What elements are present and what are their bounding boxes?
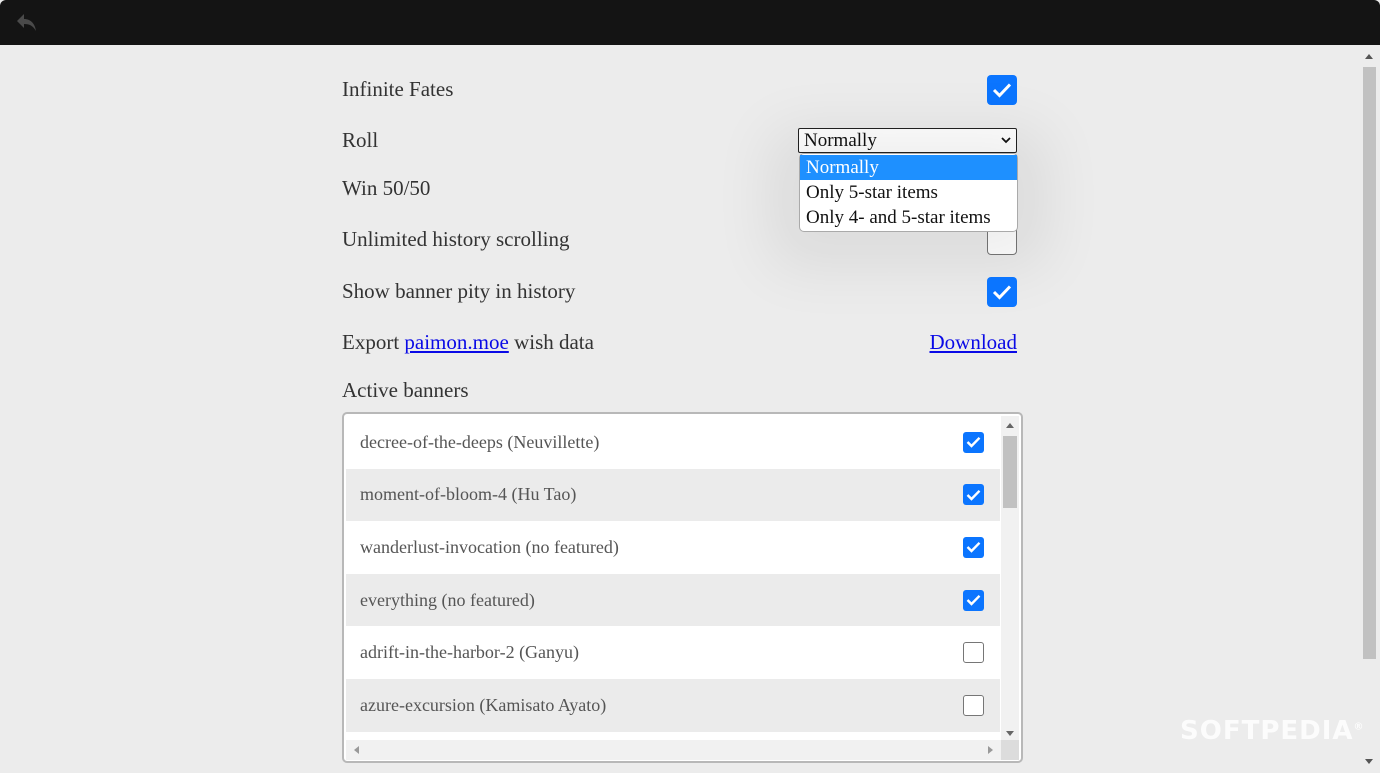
scroll-down-arrow-icon[interactable] bbox=[1365, 759, 1373, 764]
scrollbar-thumb[interactable] bbox=[1003, 436, 1017, 508]
win-5050-label: Win 50/50 bbox=[342, 176, 431, 200]
banner-list-hscrollbar[interactable] bbox=[346, 740, 1001, 760]
back-arrow-icon[interactable] bbox=[14, 10, 40, 36]
banner-checkbox[interactable] bbox=[963, 484, 984, 506]
banner-row[interactable]: decree-of-the-deeps (Neuvillette) bbox=[346, 416, 1000, 469]
banner-row[interactable]: azure-excursion (Kamisato Ayato) bbox=[346, 678, 1000, 732]
show-pity-checkbox[interactable] bbox=[987, 277, 1017, 307]
softpedia-watermark: SOFTPEDIA® bbox=[1180, 716, 1365, 746]
scroll-up-arrow-icon[interactable] bbox=[1365, 54, 1373, 59]
checkmark-icon bbox=[966, 542, 981, 554]
banner-name: everything (no featured) bbox=[360, 589, 535, 610]
roll-label: Roll bbox=[342, 128, 379, 152]
roll-selected-value: Normally bbox=[804, 130, 877, 151]
checkmark-icon bbox=[992, 285, 1012, 300]
checkmark-icon bbox=[992, 83, 1012, 98]
show-pity-label: Show banner pity in history bbox=[342, 279, 576, 303]
chevron-down-icon bbox=[1001, 137, 1011, 144]
export-suffix: wish data bbox=[514, 330, 594, 354]
roll-option-4-5-star[interactable]: Only 4- and 5-star items bbox=[800, 205, 1017, 230]
infinite-fates-label: Infinite Fates bbox=[342, 77, 454, 101]
banner-name: azure-excursion (Kamisato Ayato) bbox=[360, 694, 607, 715]
roll-select[interactable]: Normally bbox=[798, 128, 1017, 153]
banner-row[interactable]: moment-of-bloom-4 (Hu Tao) bbox=[346, 468, 1000, 522]
banner-list-vscrollbar[interactable] bbox=[1001, 416, 1019, 740]
banner-checkbox[interactable] bbox=[963, 642, 984, 664]
banner-checkbox[interactable] bbox=[963, 431, 984, 453]
banner-checkbox[interactable] bbox=[963, 694, 984, 716]
banner-row[interactable]: everything (no featured) bbox=[346, 573, 1000, 627]
banner-row[interactable]: wanderlust-invocation (no featured) bbox=[346, 521, 1000, 574]
download-link[interactable]: Download bbox=[930, 330, 1018, 355]
banner-checkbox[interactable] bbox=[963, 536, 984, 558]
roll-option-5-star[interactable]: Only 5-star items bbox=[800, 180, 1017, 205]
unlimited-history-label: Unlimited history scrolling bbox=[342, 227, 570, 251]
banner-rows: decree-of-the-deeps (Neuvillette) moment-… bbox=[346, 416, 1000, 732]
scroll-left-arrow-icon[interactable] bbox=[354, 746, 359, 754]
banner-name: adrift-in-the-harbor-2 (Ganyu) bbox=[360, 642, 580, 663]
scroll-right-arrow-icon[interactable] bbox=[988, 746, 993, 754]
infinite-fates-checkbox[interactable] bbox=[987, 75, 1017, 105]
active-banners-label: Active banners bbox=[342, 378, 469, 402]
watermark-text: SOFTPEDIA bbox=[1180, 716, 1354, 746]
export-prefix: Export bbox=[342, 330, 400, 354]
roll-dropdown-menu: Normally Only 5-star items Only 4- and 5… bbox=[799, 153, 1018, 232]
banner-name: decree-of-the-deeps (Neuvillette) bbox=[360, 431, 600, 452]
checkmark-icon bbox=[966, 595, 981, 606]
active-banners-list[interactable]: decree-of-the-deeps (Neuvillette) moment-… bbox=[342, 412, 1023, 763]
scrollbar-corner bbox=[1001, 740, 1019, 760]
banner-name: wanderlust-invocation (no featured) bbox=[360, 536, 619, 557]
checkmark-icon bbox=[966, 437, 981, 449]
banner-row[interactable]: adrift-in-the-harbor-2 (Ganyu) bbox=[346, 626, 1000, 679]
paimon-moe-link[interactable]: paimon.moe bbox=[404, 330, 508, 354]
scroll-down-arrow-icon[interactable] bbox=[1006, 731, 1014, 736]
roll-option-normally[interactable]: Normally bbox=[800, 155, 1017, 180]
scroll-up-arrow-icon[interactable] bbox=[1006, 423, 1014, 428]
banner-checkbox[interactable] bbox=[963, 589, 984, 611]
scrollbar-thumb[interactable] bbox=[1363, 67, 1376, 659]
banner-name: moment-of-bloom-4 (Hu Tao) bbox=[360, 484, 577, 505]
title-bar bbox=[0, 0, 1380, 45]
export-label: Export paimon.moe wish data bbox=[342, 330, 594, 355]
checkmark-icon bbox=[966, 489, 981, 501]
page-scrollbar[interactable] bbox=[1361, 47, 1378, 771]
